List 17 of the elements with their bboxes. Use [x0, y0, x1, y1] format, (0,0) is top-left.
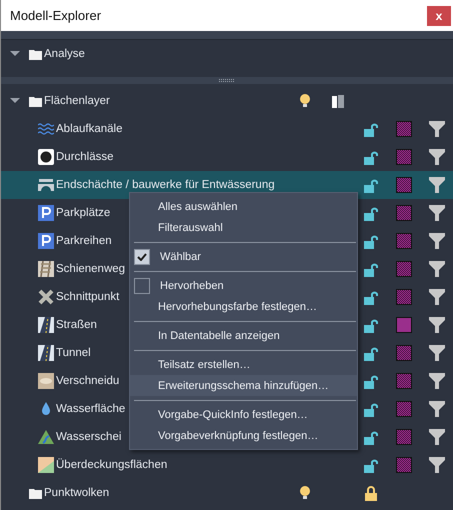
group-label: Flächenlayer: [44, 95, 110, 107]
group-label: Punktwolken: [44, 487, 110, 499]
layer-label: Durchlässe: [56, 151, 114, 163]
layer-label: Schienenweg: [56, 263, 126, 275]
layer-label: Verschneidu: [56, 375, 120, 387]
layer-label: Endschächte / bauwerke für Entwässerung: [56, 179, 275, 191]
layer-label: Ablaufkanäle: [56, 123, 122, 135]
layer-label: Tunnel: [56, 347, 91, 359]
layer-label: Wasserschei: [56, 431, 122, 443]
group-label: Analyse: [44, 48, 85, 60]
window-title: Modell-Explorer: [10, 8, 102, 23]
layer-label: Parkplätze: [56, 207, 110, 219]
layer-label: Wasserfläche: [56, 403, 126, 415]
layer-label: Überdeckungsflächen: [56, 459, 168, 471]
layer-label: Schnittpunkt: [56, 291, 120, 303]
layer-label: Straßen: [56, 319, 97, 331]
layer-label: Parkreihen: [56, 235, 112, 247]
